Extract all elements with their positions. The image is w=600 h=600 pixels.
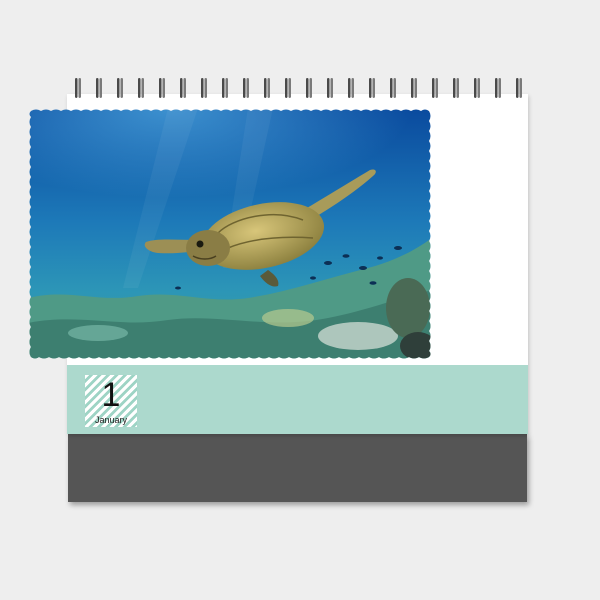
spiral-ring <box>495 78 501 98</box>
spiral-ring <box>159 78 165 98</box>
spiral-ring <box>516 78 522 98</box>
spiral-ring <box>369 78 375 98</box>
spiral-ring <box>243 78 249 98</box>
spiral-ring <box>222 78 228 98</box>
spiral-ring <box>264 78 270 98</box>
spiral-binding <box>75 78 522 98</box>
spiral-ring <box>75 78 81 98</box>
spiral-ring <box>180 78 186 98</box>
date-badge: 1 January <box>85 375 137 427</box>
spiral-ring <box>201 78 207 98</box>
spiral-ring <box>411 78 417 98</box>
spiral-ring <box>348 78 354 98</box>
spiral-ring <box>474 78 480 98</box>
calendar-stand-base <box>68 434 527 502</box>
spiral-ring <box>96 78 102 98</box>
day-number: 1 <box>101 376 121 414</box>
spiral-ring <box>117 78 123 98</box>
spiral-ring <box>453 78 459 98</box>
spiral-ring <box>432 78 438 98</box>
month-name: January <box>94 415 128 425</box>
spiral-ring <box>327 78 333 98</box>
spiral-ring <box>306 78 312 98</box>
spiral-ring <box>138 78 144 98</box>
date-strip: 1 January <box>67 365 528 434</box>
turtle-photo <box>28 108 432 360</box>
spiral-ring <box>390 78 396 98</box>
spiral-ring <box>285 78 291 98</box>
